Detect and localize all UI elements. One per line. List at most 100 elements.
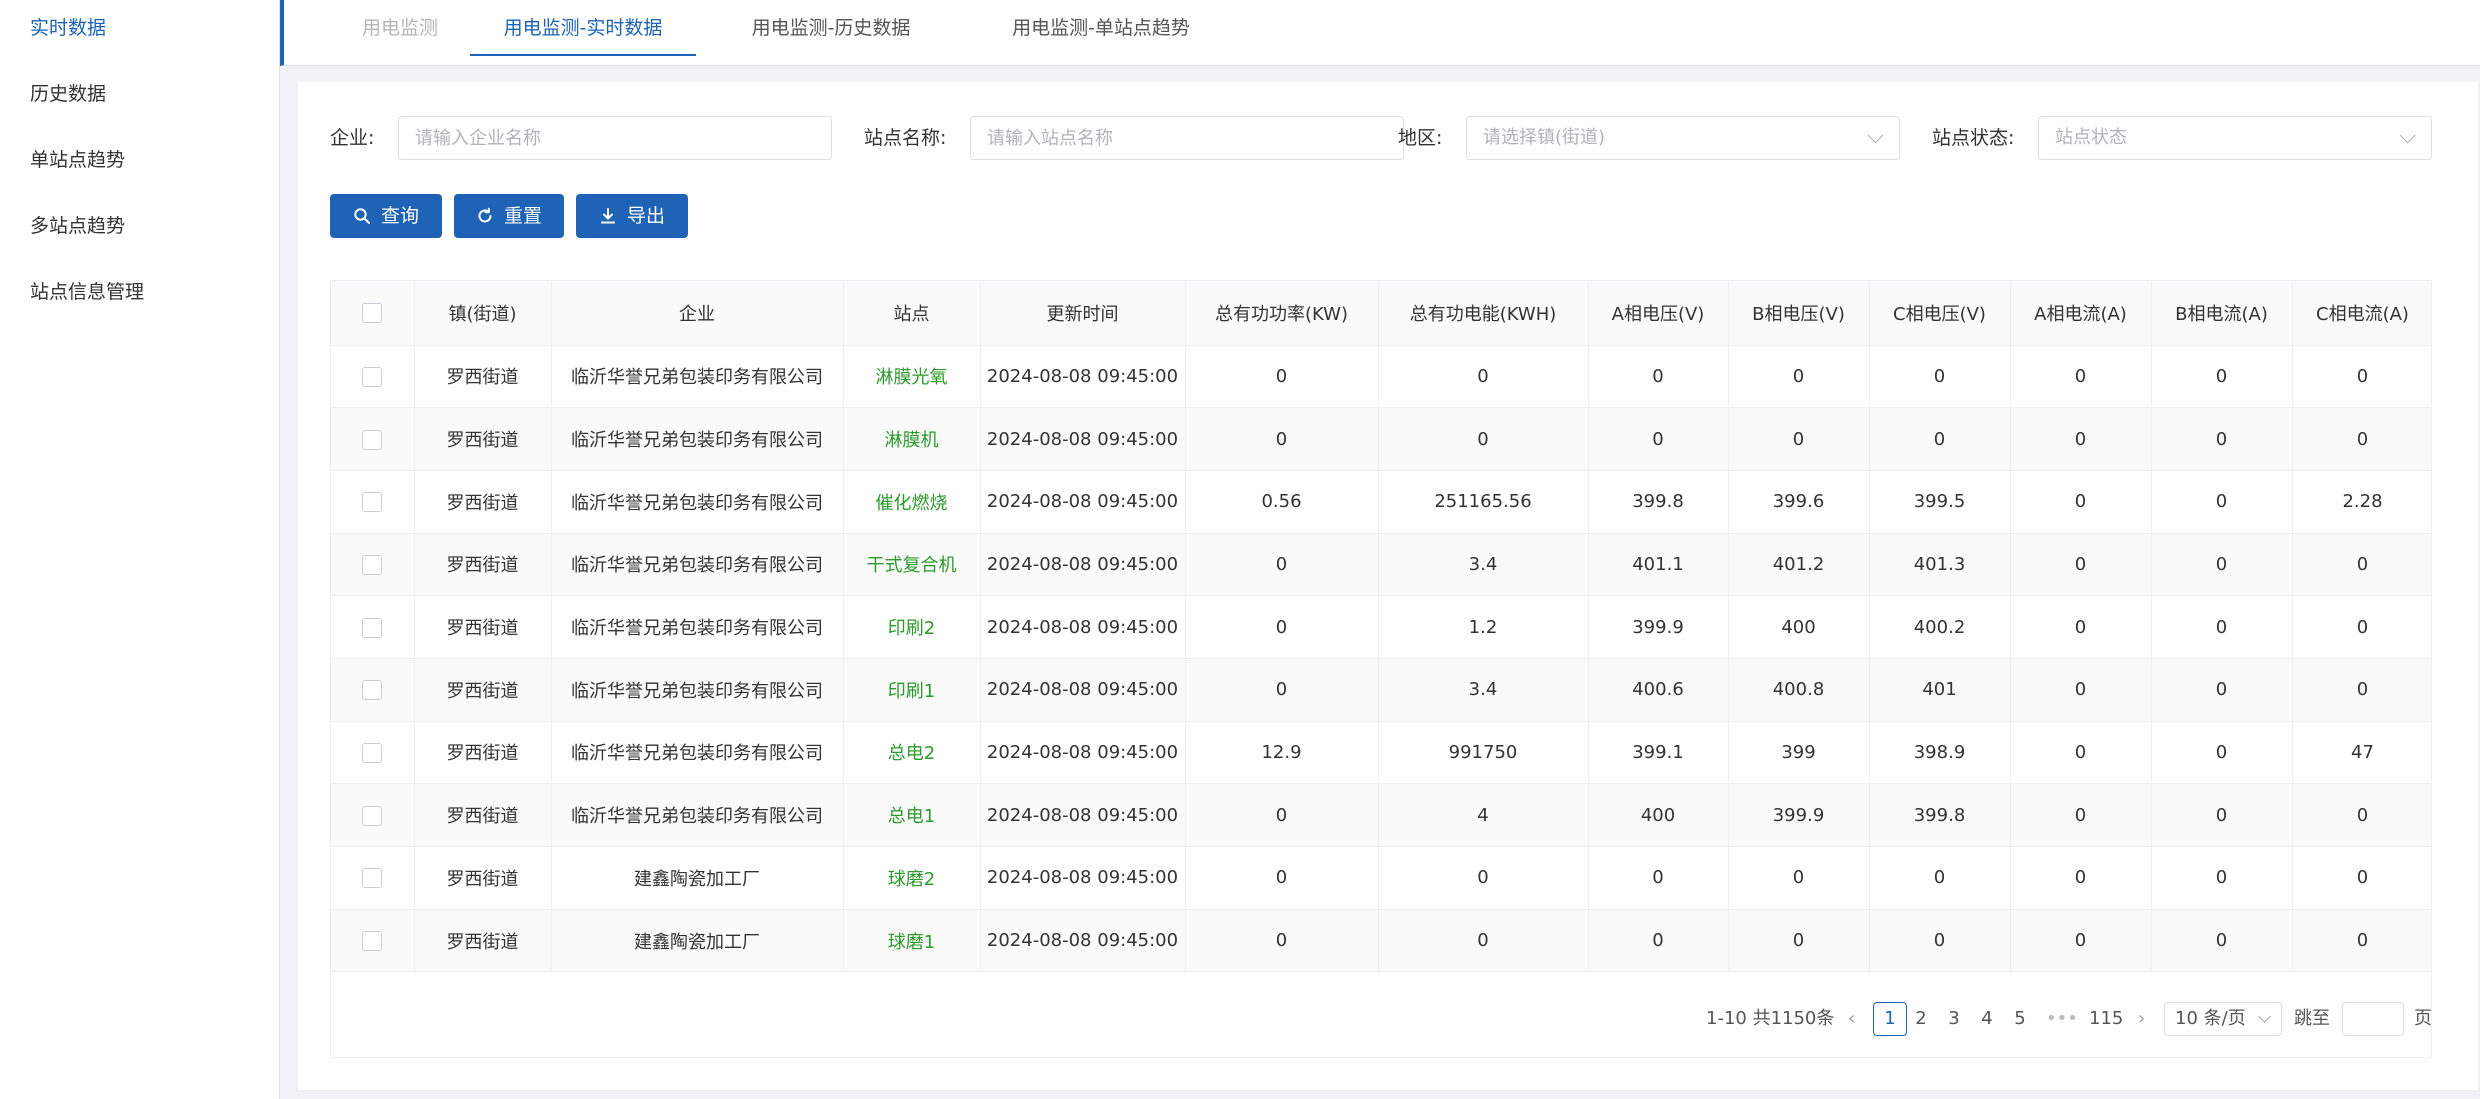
page-size-value: 10 条/页: [2175, 1008, 2246, 1029]
cell-total-power: 0.56: [1185, 470, 1379, 534]
cell-c-voltage: 0: [1869, 407, 2011, 471]
sidebar-item-multi-trend[interactable]: 多站点趋势: [0, 198, 279, 264]
table-row[interactable]: 罗西街道 建鑫陶瓷加工厂 球磨2 2024-08-08 09:45:00 0 0 0 0 0 0 0…: [331, 846, 2431, 910]
row-checkbox-cell: [331, 345, 415, 409]
row-checkbox[interactable]: [362, 680, 383, 701]
next-page-icon[interactable]: ›: [2138, 1002, 2145, 1036]
cell-b-current: 0: [2151, 783, 2293, 847]
table-row[interactable]: 罗西街道 临沂华誉兄弟包装印务有限公司 总电1 2024-08-08 09:45:00…: [331, 783, 2431, 847]
row-checkbox[interactable]: [362, 742, 383, 763]
row-checkbox-cell: [331, 721, 415, 785]
cell-update-time: 2024-08-08 09:45:00: [980, 783, 1186, 847]
data-table: 镇(街道) 企业 站点 更新时间 总有功功率(KW) 总有功电能(KWH) A相…: [330, 280, 2432, 1058]
row-checkbox[interactable]: [362, 429, 383, 450]
page-3[interactable]: 3: [1942, 1002, 1966, 1036]
sidebar-item-realtime[interactable]: 实时数据: [0, 0, 279, 66]
table-row[interactable]: 罗西街道 临沂华誉兄弟包装印务有限公司 总电2 2024-08-08 09:45:00…: [331, 721, 2431, 785]
row-checkbox[interactable]: [362, 868, 383, 889]
tab-realtime-data[interactable]: 用电监测-实时数据: [470, 0, 696, 56]
query-button[interactable]: 查询: [330, 194, 442, 238]
sidebar-item-station-info[interactable]: 站点信息管理: [0, 264, 279, 330]
cell-total-energy: 3.4: [1378, 533, 1589, 597]
cell-c-current: 0: [2292, 658, 2431, 722]
table-row[interactable]: 罗西街道 临沂华誉兄弟包装印务有限公司 印刷2 2024-08-08 09:45:00…: [331, 595, 2431, 659]
cell-a-voltage: 399.9: [1588, 595, 1729, 659]
cell-station[interactable]: 干式复合机: [843, 533, 981, 597]
table-row[interactable]: 罗西街道 临沂华誉兄弟包装印务有限公司 催化燃烧 2024-08-08 09:45:0…: [331, 470, 2431, 534]
status-select[interactable]: 站点状态: [2038, 116, 2432, 160]
select-all-cell: [331, 281, 415, 346]
row-checkbox[interactable]: [362, 931, 383, 952]
cell-update-time: 2024-08-08 09:45:00: [980, 533, 1186, 597]
tab-bar: 用电监测 用电监测-实时数据 用电监测-历史数据 用电监测-单站点趋势: [280, 0, 2480, 66]
cell-total-energy: 0: [1378, 345, 1589, 409]
region-select[interactable]: 请选择镇(街道): [1466, 116, 1900, 160]
cell-b-voltage: 401.2: [1728, 533, 1870, 597]
cell-station[interactable]: 催化燃烧: [843, 470, 981, 534]
table-row[interactable]: 罗西街道 建鑫陶瓷加工厂 球磨1 2024-08-08 09:45:00 0 0 0 0 0 0 0…: [331, 909, 2431, 973]
row-checkbox-cell: [331, 470, 415, 534]
tab-single-trend[interactable]: 用电监测-单站点趋势: [974, 0, 1228, 56]
cell-c-current: 47: [2292, 721, 2431, 785]
row-checkbox[interactable]: [362, 805, 383, 826]
cell-station[interactable]: 总电1: [843, 783, 981, 847]
prev-page-icon[interactable]: ‹: [1848, 1002, 1855, 1036]
page-1[interactable]: 1: [1873, 1002, 1907, 1036]
col-header-update-time: 更新时间: [980, 281, 1186, 346]
page-2[interactable]: 2: [1909, 1002, 1933, 1036]
pagination-ellipsis[interactable]: •••: [2046, 1002, 2078, 1036]
page-size-select[interactable]: 10 条/页: [2164, 1002, 2282, 1036]
cell-station[interactable]: 印刷1: [843, 658, 981, 722]
tab-history-data[interactable]: 用电监测-历史数据: [718, 0, 944, 56]
cell-station[interactable]: 球磨1: [843, 909, 981, 973]
page-5[interactable]: 5: [2008, 1002, 2032, 1036]
cell-a-current: 0: [2010, 783, 2152, 847]
row-checkbox[interactable]: [362, 492, 383, 513]
select-all-checkbox[interactable]: [362, 303, 383, 324]
cell-a-voltage: 400.6: [1588, 658, 1729, 722]
row-checkbox[interactable]: [362, 617, 383, 638]
query-button-label: 查询: [380, 205, 419, 227]
cell-a-voltage: 401.1: [1588, 533, 1729, 597]
cell-update-time: 2024-08-08 09:45:00: [980, 595, 1186, 659]
cell-a-voltage: 0: [1588, 407, 1729, 471]
cell-station[interactable]: 淋膜光氧: [843, 345, 981, 409]
row-checkbox[interactable]: [362, 366, 383, 387]
export-button[interactable]: 导出: [576, 194, 688, 238]
sidebar-item-single-trend[interactable]: 单站点趋势: [0, 132, 279, 198]
cell-town: 罗西街道: [414, 783, 552, 847]
reset-button[interactable]: 重置: [454, 194, 564, 238]
table-row[interactable]: 罗西街道 临沂华誉兄弟包装印务有限公司 印刷1 2024-08-08 09:45:00…: [331, 658, 2431, 722]
cell-b-current: 0: [2151, 407, 2293, 471]
table-row[interactable]: 罗西街道 临沂华誉兄弟包装印务有限公司 淋膜光氧 2024-08-08 09:45:0…: [331, 345, 2431, 409]
cell-town: 罗西街道: [414, 595, 552, 659]
cell-c-voltage: 401.3: [1869, 533, 2011, 597]
cell-total-power: 0: [1185, 345, 1379, 409]
reset-button-label: 重置: [503, 205, 542, 227]
table-row[interactable]: 罗西街道 临沂华誉兄弟包装印务有限公司 干式复合机 2024-08-08 09:45:…: [331, 533, 2431, 597]
cell-company: 临沂华誉兄弟包装印务有限公司: [551, 470, 844, 534]
cell-update-time: 2024-08-08 09:45:00: [980, 909, 1186, 973]
cell-update-time: 2024-08-08 09:45:00: [980, 470, 1186, 534]
cell-b-voltage: 400.8: [1728, 658, 1870, 722]
cell-station[interactable]: 总电2: [843, 721, 981, 785]
sidebar-item-history[interactable]: 历史数据: [0, 66, 279, 132]
tab-power-monitor[interactable]: 用电监测: [340, 0, 460, 56]
page-last[interactable]: 115: [2089, 1002, 2123, 1036]
cell-b-voltage: 399.9: [1728, 783, 1870, 847]
col-header-town: 镇(街道): [414, 281, 552, 346]
page-4[interactable]: 4: [1975, 1002, 1999, 1036]
cell-station[interactable]: 淋膜机: [843, 407, 981, 471]
cell-total-energy: 1.2: [1378, 595, 1589, 659]
station-input[interactable]: [970, 116, 1404, 160]
cell-station[interactable]: 印刷2: [843, 595, 981, 659]
jump-page-input[interactable]: [2342, 1002, 2404, 1036]
cell-station[interactable]: 球磨2: [843, 846, 981, 910]
row-checkbox[interactable]: [362, 554, 383, 575]
cell-b-voltage: 0: [1728, 345, 1870, 409]
cell-town: 罗西街道: [414, 658, 552, 722]
company-input[interactable]: [398, 116, 832, 160]
cell-company: 建鑫陶瓷加工厂: [551, 909, 844, 973]
table-row[interactable]: 罗西街道 临沂华誉兄弟包装印务有限公司 淋膜机 2024-08-08 09:45:00…: [331, 407, 2431, 471]
cell-b-voltage: 400: [1728, 595, 1870, 659]
